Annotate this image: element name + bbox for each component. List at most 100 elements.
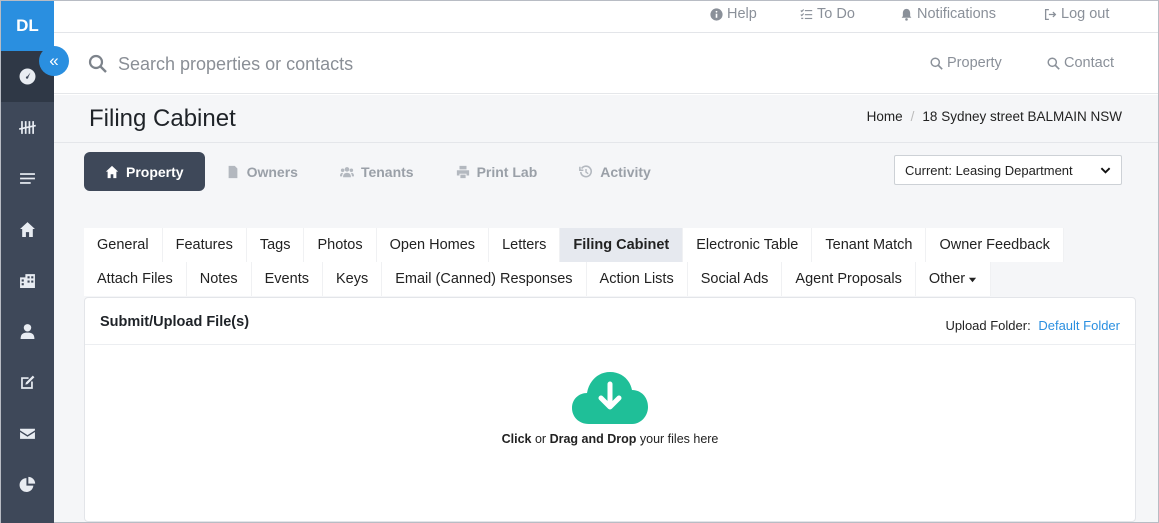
search-icon [930,56,943,70]
tabs-row-2: Attach Files Notes Events Keys Email (Ca… [84,262,992,296]
dashboard-icon [19,68,36,85]
help-label: Help [727,6,757,22]
sidebar-item-contacts[interactable] [1,306,54,357]
logout-icon [1044,8,1057,20]
tab-tenant-match[interactable]: Tenant Match [812,228,927,262]
tab-electronic-table[interactable]: Electronic Table [683,228,813,262]
tab-general[interactable]: General [84,228,163,262]
checklist-icon [800,8,813,19]
tab-other-dropdown[interactable]: Other [915,262,992,296]
tally-icon [19,121,36,134]
search-contact-label: Contact [1064,55,1114,71]
department-select[interactable]: Current: Leasing Department [894,155,1122,185]
building-icon [20,274,35,288]
sidebar-item-buildings[interactable] [1,255,54,306]
search-contact-button[interactable]: Contact [1047,55,1114,71]
search-icon [88,54,107,73]
help-link[interactable]: Help [710,6,757,22]
dropzone-or-text: or [534,432,547,446]
tab-features[interactable]: Features [162,228,247,262]
sidebar-item-list[interactable] [1,153,54,204]
top-bar: Help To Do Notifications Log out [54,1,1158,33]
tab-open-homes[interactable]: Open Homes [376,228,490,262]
upload-folder-link[interactable]: Default Folder [1038,318,1120,333]
upload-folder: Upload Folder: Default Folder [945,318,1120,333]
breadcrumb: Home / 18 Sydney street BALMAIN NSW [867,109,1122,124]
breadcrumb-separator: / [910,109,915,124]
nav-owners-label: Owners [246,163,298,180]
tabs-row-1: General Features Tags Photos Open Homes … [84,228,1064,262]
tab-events[interactable]: Events [251,262,323,296]
tab-email-canned-responses[interactable]: Email (Canned) Responses [382,262,587,296]
search-property-button[interactable]: Property [930,55,1002,71]
file-dropzone[interactable]: Click or Drag and Drop your files here [85,345,1135,521]
tab-action-lists[interactable]: Action Lists [586,262,688,296]
nav-print-lab-label: Print Lab [476,163,538,180]
sidebar-item-home[interactable] [1,204,54,255]
todo-label: To Do [817,6,855,22]
sidebar: DL [1,1,54,523]
sidebar-item-reports[interactable] [1,459,54,510]
search-input[interactable] [118,50,618,78]
info-icon [710,7,723,21]
nav-tenants-label: Tenants [360,163,414,180]
mail-icon [20,428,35,439]
tab-owner-feedback[interactable]: Owner Feedback [926,228,1064,262]
nav-tenants[interactable]: Tenants [319,152,435,191]
collapse-sidebar-button[interactable]: « [39,46,69,76]
property-nav: Property Owners Tenants Print Lab Activi… [84,152,672,191]
sidebar-item-edit[interactable] [1,357,54,408]
dropzone-drag-text: Drag and Drop [549,432,637,446]
notifications-link[interactable]: Notifications [900,6,996,22]
upload-panel: Submit/Upload File(s) Upload Folder: Def… [84,297,1136,522]
tab-attach-files[interactable]: Attach Files [84,262,187,296]
nav-owners[interactable]: Owners [205,152,319,191]
dropzone-suffix-text: your files here [639,432,719,446]
list-icon [20,173,35,184]
sidebar-item-tally[interactable] [1,102,54,153]
search-icon [1047,56,1060,70]
users-icon [339,166,354,177]
sidebar-item-mail[interactable] [1,408,54,459]
dropzone-instructions: Click or Drag and Drop your files here [85,432,1135,446]
history-icon [579,164,593,177]
page-title: Filing Cabinet [89,105,236,132]
todo-link[interactable]: To Do [800,6,855,22]
pie-chart-icon [19,476,36,492]
app-logo[interactable]: DL [1,1,54,51]
divider [54,142,1158,143]
nav-property[interactable]: Property [84,152,205,191]
nav-activity[interactable]: Activity [558,152,672,191]
dropzone-click-text[interactable]: Click [502,432,532,446]
tab-social-ads[interactable]: Social Ads [687,262,783,296]
chevron-down-icon [1100,167,1111,174]
tab-agent-proposals[interactable]: Agent Proposals [782,262,916,296]
home-icon [20,222,35,237]
user-icon [20,324,35,339]
breadcrumb-home[interactable]: Home [867,109,903,124]
tab-keys[interactable]: Keys [322,262,383,296]
department-select-value: Current: Leasing Department [905,162,1073,178]
tab-other-label: Other [928,271,966,287]
search-property-label: Property [947,55,1002,71]
tab-filing-cabinet[interactable]: Filing Cabinet [560,228,684,262]
tab-notes[interactable]: Notes [186,262,252,296]
notifications-label: Notifications [917,6,996,22]
nav-property-label: Property [126,163,184,180]
caret-down-icon [968,277,977,282]
file-icon [228,165,237,178]
tab-tags[interactable]: Tags [246,228,305,262]
upload-panel-title: Submit/Upload File(s) [100,314,250,330]
nav-activity-label: Activity [600,163,651,180]
breadcrumb-property: 18 Sydney street BALMAIN NSW [922,109,1122,124]
upload-folder-label: Upload Folder: [945,318,1031,333]
home-icon [105,165,119,178]
edit-icon [21,375,35,389]
chevrons-left-icon: « [49,51,59,70]
tab-letters[interactable]: Letters [489,228,561,262]
tab-photos[interactable]: Photos [304,228,377,262]
logout-link[interactable]: Log out [1044,6,1109,22]
content-area: Filing Cabinet Home / 18 Sydney street B… [54,95,1158,522]
nav-print-lab[interactable]: Print Lab [435,152,559,191]
search-bar: Property Contact [54,34,1158,94]
